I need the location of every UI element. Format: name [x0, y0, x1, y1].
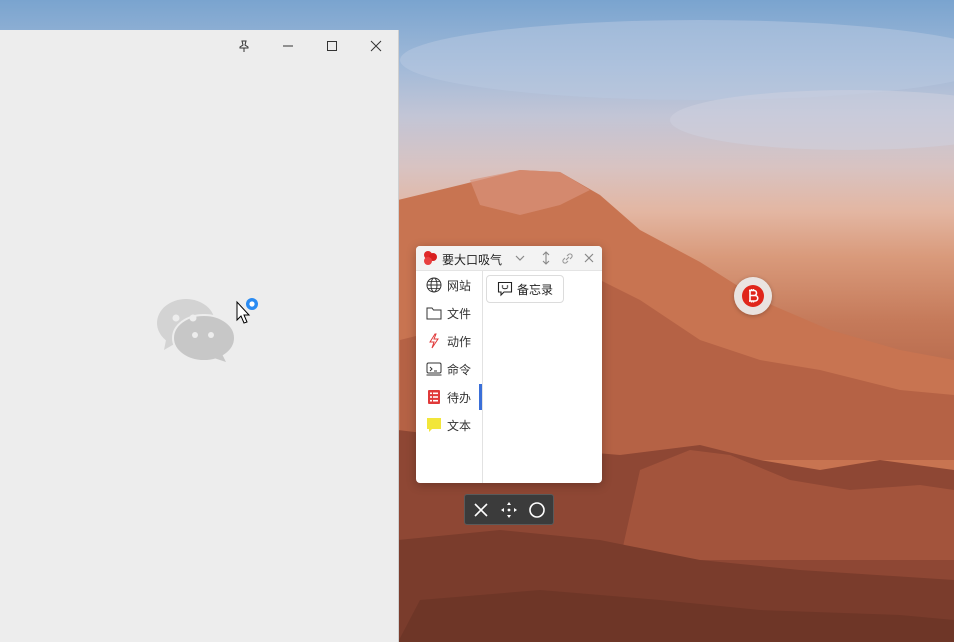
- globe-icon: [425, 276, 443, 294]
- pin-icon[interactable]: [222, 30, 266, 62]
- sidebar-item-text[interactable]: 文本: [416, 412, 480, 438]
- sidebar-item-label: 文件: [447, 306, 472, 321]
- wechat-logo-icon: [156, 298, 236, 365]
- floating-ball[interactable]: [734, 277, 772, 315]
- minimize-icon[interactable]: [266, 30, 310, 62]
- folder-icon: [425, 304, 443, 322]
- close-icon[interactable]: [354, 30, 398, 62]
- busy-cursor-icon: [236, 296, 262, 329]
- maximize-icon[interactable]: [310, 30, 354, 62]
- panel-sidebar: 网站 文件 动作 命令 待办 文本: [416, 271, 483, 483]
- memo-item-label: 备忘录: [517, 282, 554, 297]
- sidebar-item-command[interactable]: 命令: [416, 356, 480, 382]
- app-logo-icon: [422, 250, 438, 269]
- sidebar-item-action[interactable]: 动作: [416, 328, 480, 354]
- close-icon[interactable]: [581, 250, 597, 266]
- sidebar-item-label: 文本: [447, 418, 472, 433]
- terminal-icon: [425, 360, 443, 378]
- circle-icon[interactable]: [527, 500, 547, 520]
- resize-vertical-icon[interactable]: [538, 250, 554, 266]
- close-icon[interactable]: [471, 500, 491, 520]
- sidebar-item-label: 网站: [447, 278, 472, 293]
- panel-title: 要大口吸气: [442, 253, 503, 267]
- sidebar-item-label: 动作: [447, 334, 472, 349]
- sidebar-item-label: 待办: [447, 390, 472, 405]
- memo-chat-icon: [497, 281, 513, 297]
- todo-list-icon: [425, 388, 443, 406]
- chevron-down-icon[interactable]: [512, 250, 528, 266]
- sidebar-item-label: 命令: [447, 362, 472, 377]
- memo-item-button[interactable]: 备忘录: [486, 275, 564, 303]
- panel-header[interactable]: 要大口吸气: [416, 246, 602, 271]
- move-icon[interactable]: [499, 500, 519, 520]
- sidebar-item-todo[interactable]: 待办: [416, 384, 482, 410]
- link-icon[interactable]: [559, 250, 575, 266]
- bitcoin-icon: [741, 284, 765, 308]
- lightning-icon: [425, 332, 443, 350]
- sidebar-item-file[interactable]: 文件: [416, 300, 480, 326]
- sidebar-item-website[interactable]: 网站: [416, 272, 480, 298]
- floating-toolbar[interactable]: [464, 494, 554, 525]
- note-icon: [425, 416, 443, 434]
